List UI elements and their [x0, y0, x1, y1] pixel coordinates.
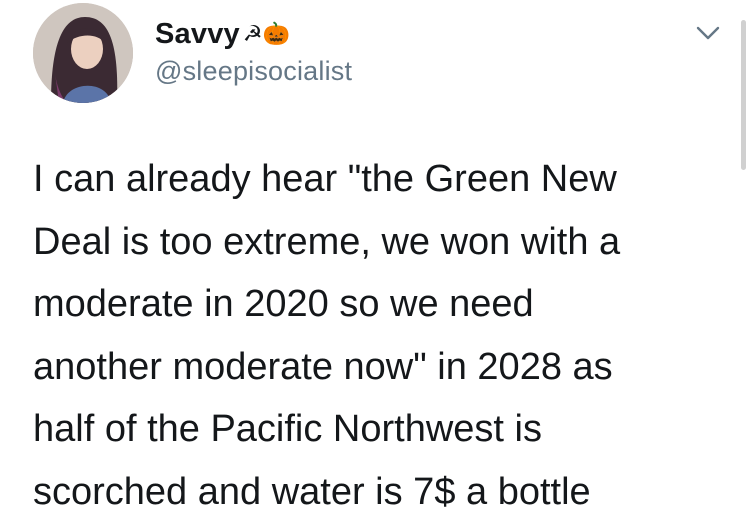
scrollbar[interactable]: [741, 20, 746, 170]
avatar[interactable]: [33, 3, 133, 103]
user-handle[interactable]: @sleepisocialist: [155, 56, 352, 87]
chevron-down-icon[interactable]: [695, 24, 721, 42]
tweet-text: I can already hear "the Green New Deal i…: [33, 158, 621, 513]
tweet-header: Savvy ☭🎃 @sleepisocialist: [155, 16, 352, 87]
tweet-card: Savvy ☭🎃 @sleepisocialist I can already …: [0, 0, 750, 531]
avatar-image: [33, 3, 133, 103]
name-row[interactable]: Savvy ☭🎃: [155, 16, 352, 52]
display-name[interactable]: Savvy: [155, 18, 240, 51]
name-emojis: ☭🎃: [242, 21, 290, 46]
